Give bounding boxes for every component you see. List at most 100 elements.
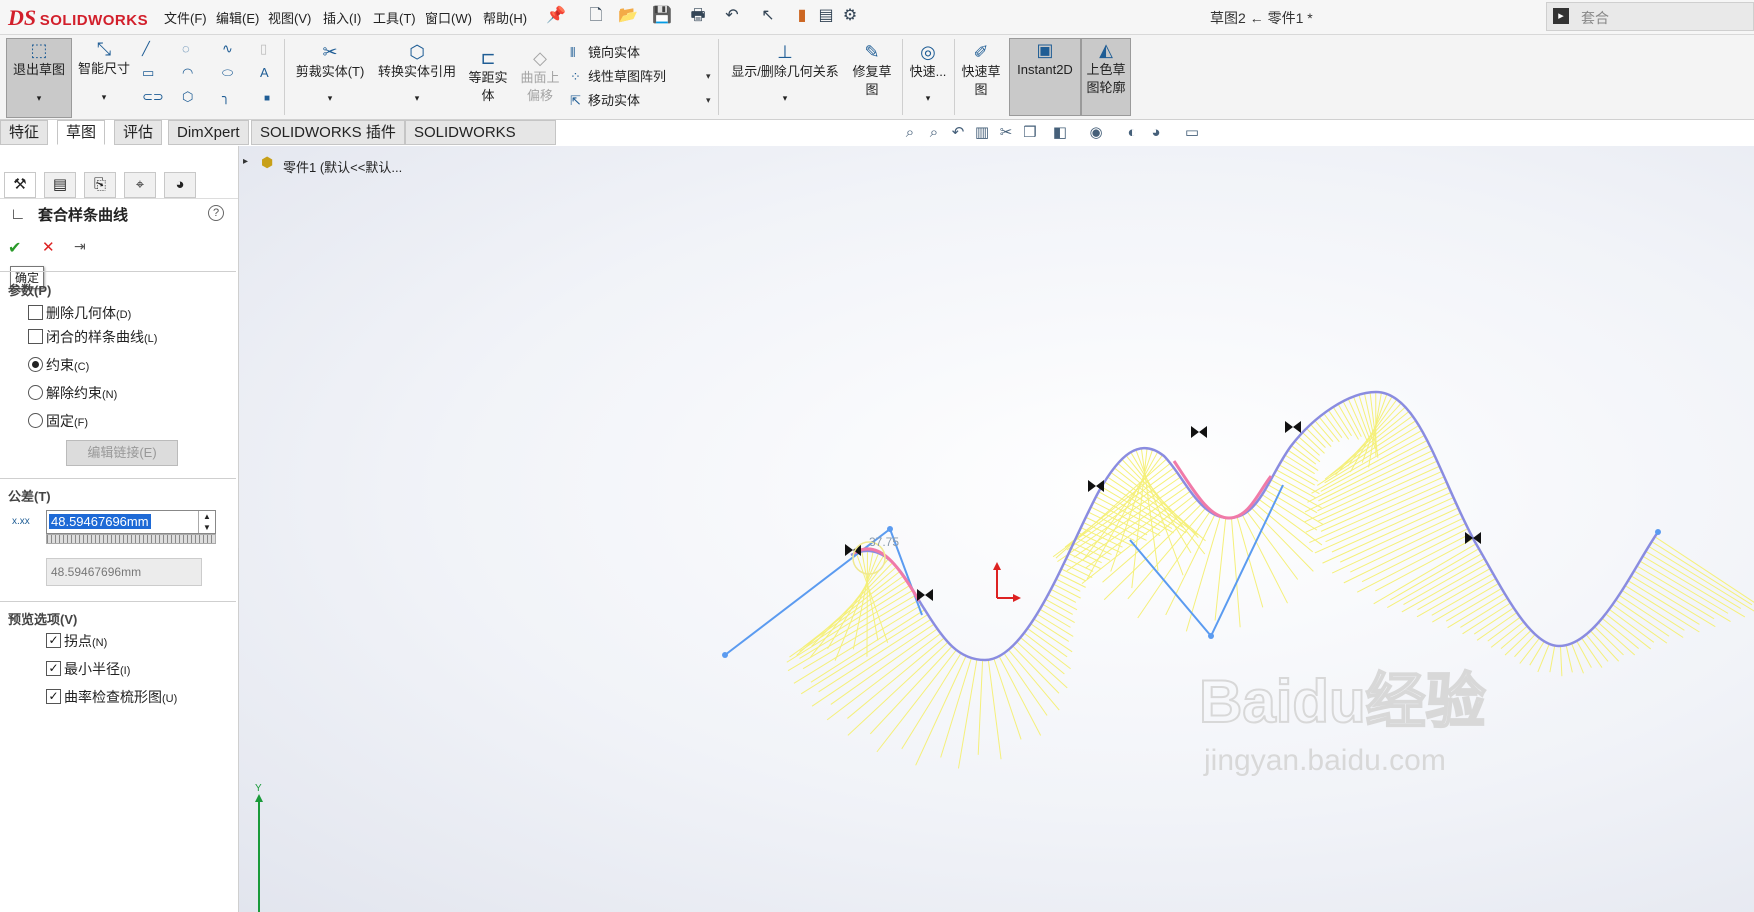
comb-line [1651,541,1753,606]
new-document-icon[interactable]: 🗋 [586,6,606,26]
select-pointer-icon[interactable]: ↖ [758,6,778,26]
display-manager-tab-icon[interactable]: ◕ [164,172,196,198]
edit-appearance-icon[interactable]: ◐ [1122,123,1142,143]
curvature-comb-checkbox[interactable]: ✓ [46,689,61,704]
params-header[interactable]: 参数(P) [8,280,51,299]
dynamic-annotation-icon[interactable]: ✂ [996,123,1016,143]
trim-entities-button[interactable]: ✂ 剪裁实体(T) ▾ [292,41,368,107]
convert-entities-button[interactable]: ⬡ 转换实体引用 ▾ [372,41,462,107]
pattern-dropdown-caret[interactable]: ▾ [706,71,711,82]
unconstrained-radio[interactable] [28,385,43,400]
spline-point[interactable] [887,526,893,532]
fixed-radio[interactable] [28,413,43,428]
min-radius-checkbox[interactable]: ✓ [46,661,61,676]
repair-sketch-button[interactable]: ✎ 修复草图 [848,41,896,99]
tolerance-thumbwheel[interactable] [46,534,216,544]
offset-entities-button[interactable]: ⊏ 等距实体 [466,47,510,105]
quick-snaps-button[interactable]: ◎ 快速... ▾ [906,41,950,107]
search-commands-box[interactable]: ▸ 套合 [1546,2,1754,31]
graphics-area[interactable]: ▸ ⬢ 零件1 (默认<<默认... 37.75 Y Baidu经验 jingy… [239,146,1754,912]
dimension-label[interactable]: 37.75 [869,535,899,549]
ok-check-icon[interactable]: ✔ [8,238,21,258]
display-delete-relations-button[interactable]: ⊥ 显示/删除几何关系 ▾ [722,41,848,107]
tab-dimxpert[interactable]: DimXpert [168,120,249,145]
menu-insert[interactable]: 插入(I) [323,8,361,27]
fillet-icon[interactable]: ╮ [222,89,240,105]
menu-view[interactable]: 视图(V) [268,8,311,27]
tab-solidworks-addins[interactable]: SOLIDWORKS 插件 [251,120,405,145]
constrained-radio[interactable] [28,357,43,372]
rectangle-icon[interactable]: ▭ [142,65,160,81]
line-icon[interactable]: ╱ [142,41,160,57]
pin-icon[interactable]: 📌 [546,6,566,26]
keep-visible-pushpin-icon[interactable]: ⇥ [74,238,86,255]
spline-endpoint[interactable] [1655,529,1661,535]
exit-sketch-button[interactable]: ⬚ 退出草图 ▾ [6,38,72,118]
point-icon[interactable]: ■ [264,89,282,104]
tab-evaluate[interactable]: 评估 [114,120,163,145]
tab-sketch[interactable]: 草图 [57,120,106,145]
preview-header[interactable]: 预览选项(V) [8,609,77,628]
mirror-entities-button[interactable]: ⫴ 镜向实体 [570,42,640,61]
smart-dimension-button[interactable]: ⤡ 智能尺寸 ▾ [74,38,134,116]
linear-pattern-button[interactable]: ⁘ 线性草图阵列 [570,66,666,85]
options-gear-icon[interactable]: ⚙ [840,6,860,26]
view-orientation-icon[interactable]: ❒ [1020,123,1040,143]
polygon-icon[interactable]: ⬡ [182,89,200,105]
save-icon[interactable]: 💾 [652,6,672,26]
closed-spline-checkbox[interactable] [28,329,43,344]
print-icon[interactable]: 🖶 [688,6,708,26]
solidworks-logo[interactable]: DS SOLIDWORKS [8,5,156,30]
apply-scene-icon[interactable]: ◕ [1146,123,1166,143]
comb-line [1276,469,1320,495]
view-settings-icon[interactable]: ▭ [1182,123,1202,143]
spline-endpoint[interactable] [722,652,728,658]
move-dropdown-caret[interactable]: ▾ [706,95,711,106]
menu-tools[interactable]: 工具(T) [373,8,416,27]
dimxpert-manager-tab-icon[interactable]: ⌖ [124,172,156,198]
rebuild-icon[interactable]: ▮ [792,6,812,26]
zoom-to-area-icon[interactable]: ⌕ [924,123,944,143]
circle-icon[interactable]: ◌ [182,41,200,56]
display-style-icon[interactable]: ◧ [1050,123,1070,143]
help-icon[interactable]: ? [208,205,224,221]
menu-edit[interactable]: 编辑(E) [216,8,259,27]
tolerance-input[interactable]: 48.59467696mm ▲ ▼ [46,510,216,534]
rapid-sketch-button[interactable]: ✐ 快速草图 [958,41,1004,99]
configuration-manager-tab-icon[interactable]: ⎘ [84,172,116,198]
arc-icon[interactable]: ◠ [182,65,200,81]
spline-point[interactable] [1208,633,1214,639]
inflection-checkbox[interactable]: ✓ [46,633,61,648]
ellipse-icon[interactable]: ⬭ [222,65,240,81]
fitted-spline-curve[interactable] [850,390,1660,662]
tab-features[interactable]: 特征 [0,120,49,145]
hide-show-items-icon[interactable]: ◉ [1086,123,1106,143]
cancel-x-icon[interactable]: ✕ [42,238,55,256]
tab-solidworks-mbd[interactable]: SOLIDWORKS MBD [405,120,556,164]
text-icon[interactable]: A [260,65,278,80]
previous-view-icon[interactable]: ↶ [948,123,968,143]
shaded-sketch-contours-button[interactable]: ◭ 上色草图轮廓 [1081,38,1131,116]
section-view-icon[interactable]: ▥ [972,123,992,143]
tolerance-input-value[interactable]: 48.59467696mm [49,514,151,529]
menu-window[interactable]: 窗口(W) [425,8,472,27]
open-icon[interactable]: 📂 [618,6,638,26]
undo-icon[interactable]: ↶ [722,6,742,26]
comb-line [1389,548,1480,601]
feature-manager-tab-icon[interactable]: ⚒ [4,172,36,198]
zoom-to-fit-icon[interactable]: ⌕ [900,123,920,143]
move-entities-button[interactable]: ⇱ 移动实体 [570,90,640,109]
instant2d-button[interactable]: ▣ Instant2D [1009,38,1081,116]
search-input[interactable]: 套合 [1581,8,1609,28]
comb-line [1304,460,1438,523]
spline-icon[interactable]: ∿ [222,41,240,57]
menu-file[interactable]: 文件(F) [164,8,207,27]
comb-line [1339,507,1459,563]
menu-help[interactable]: 帮助(H) [483,8,527,27]
property-manager-tab-icon[interactable]: ▤ [44,172,76,198]
delete-geometry-checkbox[interactable] [28,305,43,320]
tolerance-spinner[interactable]: ▲ ▼ [198,511,215,533]
tolerance-header[interactable]: 公差(T) [8,486,51,505]
slot-icon[interactable]: ⊂⊃ [142,89,164,105]
file-properties-icon[interactable]: ▤ [816,6,836,26]
